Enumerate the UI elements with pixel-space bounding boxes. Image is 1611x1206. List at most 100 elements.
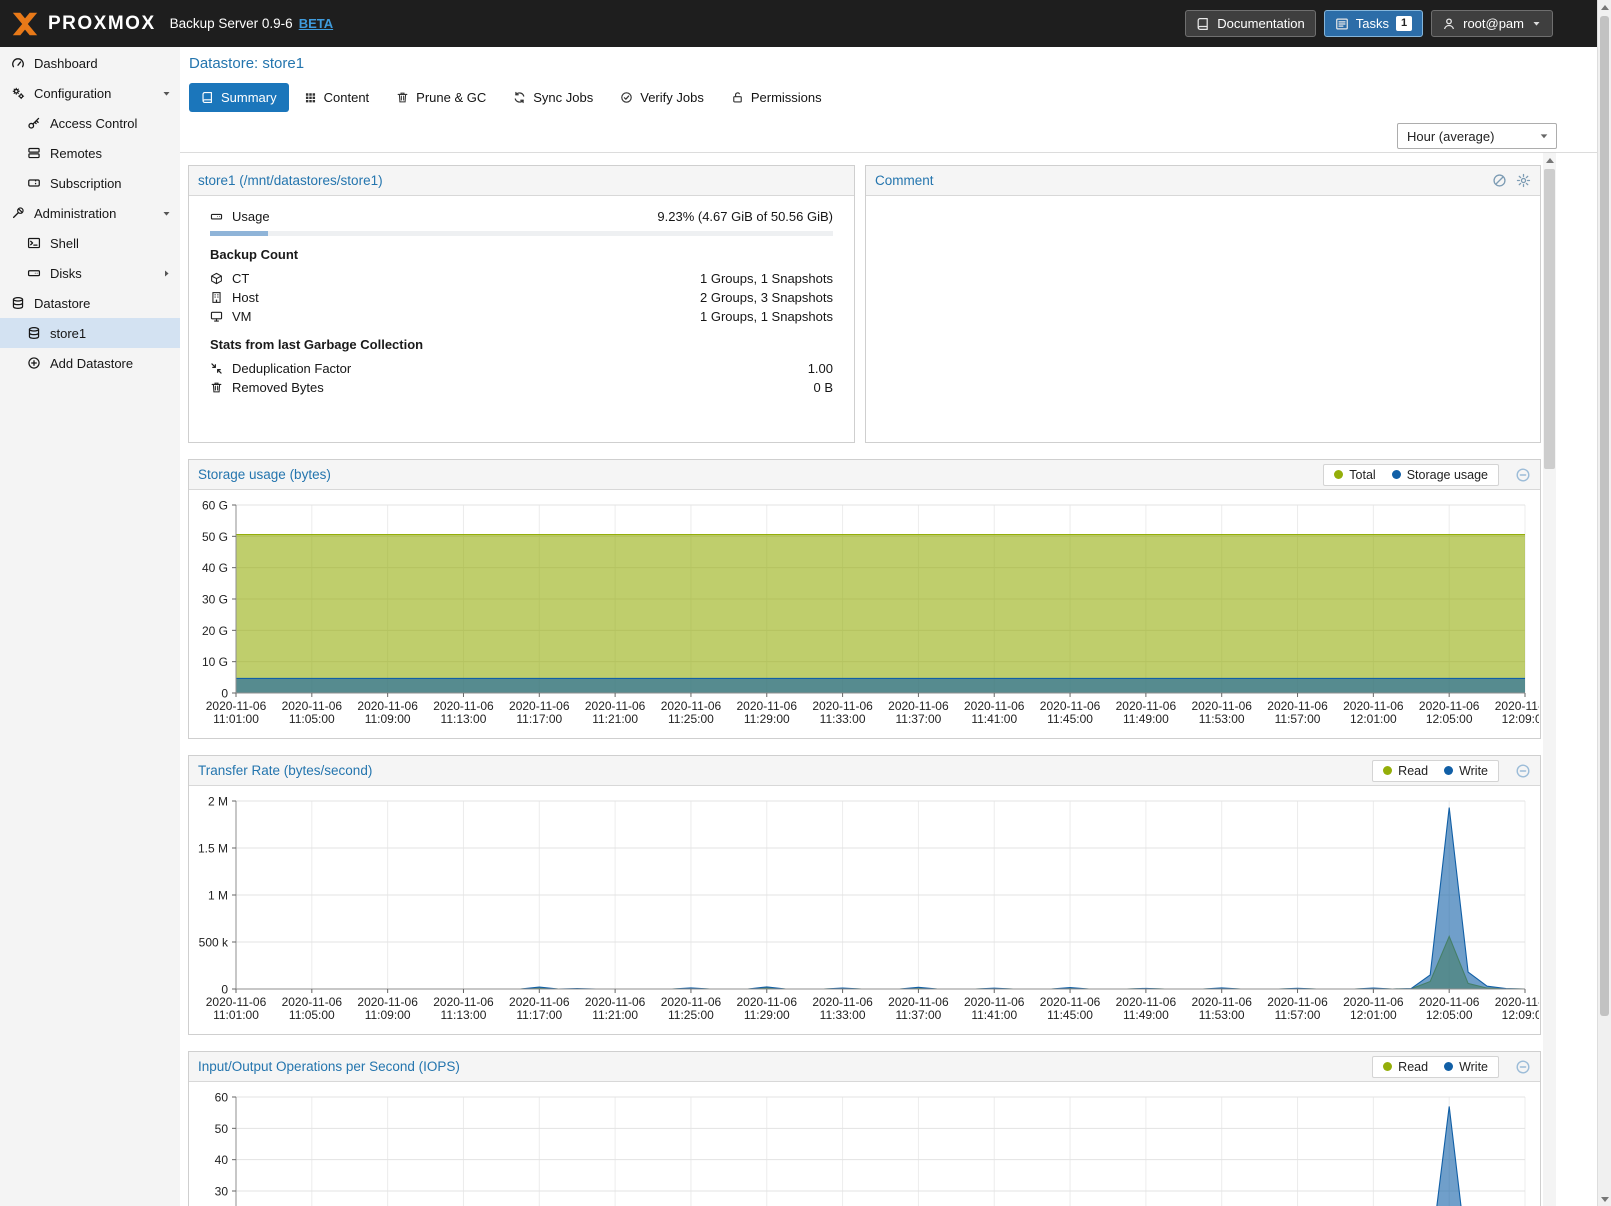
timeframe-select[interactable]: Hour (average) bbox=[1397, 123, 1557, 149]
svg-text:40: 40 bbox=[215, 1153, 229, 1167]
panel-tools bbox=[1492, 173, 1531, 188]
legend-dot bbox=[1334, 470, 1343, 479]
svg-text:2 M: 2 M bbox=[208, 795, 228, 809]
chart-legend: Total Storage usage bbox=[1323, 464, 1499, 486]
comment-body[interactable] bbox=[866, 196, 1540, 214]
usage-row: Usage 9.23% (4.67 GiB of 50.56 GiB) bbox=[201, 207, 842, 226]
iops-chart: 60504030201002020-11-0611:01:002020-11-0… bbox=[190, 1085, 1539, 1206]
dedup-factor-row: Deduplication Factor 1.00 bbox=[201, 359, 842, 378]
book-icon bbox=[201, 91, 214, 104]
svg-text:2020-11-0611:37:00: 2020-11-0611:37:00 bbox=[888, 699, 949, 726]
user-icon bbox=[1442, 17, 1456, 31]
tab-summary[interactable]: Summary bbox=[189, 83, 289, 112]
chevron-down-icon bbox=[1531, 18, 1542, 29]
svg-text:2020-11-0611:21:00: 2020-11-0611:21:00 bbox=[585, 995, 646, 1022]
removed-bytes-row: Removed Bytes 0 B bbox=[201, 378, 842, 397]
database-icon bbox=[11, 296, 25, 310]
legend-label: Total bbox=[1349, 468, 1375, 482]
svg-text:2020-11-0611:49:00: 2020-11-0611:49:00 bbox=[1116, 699, 1177, 726]
tab-permissions[interactable]: Permissions bbox=[719, 83, 834, 112]
sidebar-item-datastore[interactable]: Datastore bbox=[0, 288, 180, 318]
svg-text:1 M: 1 M bbox=[208, 889, 228, 903]
tab-content[interactable]: Content bbox=[292, 83, 382, 112]
row-value: 2 Groups, 3 Snapshots bbox=[700, 290, 833, 305]
scrollbar-thumb[interactable] bbox=[1600, 16, 1609, 1016]
sidebar-item-subscription[interactable]: Subscription bbox=[0, 168, 180, 198]
sidebar-item-remotes[interactable]: Remotes bbox=[0, 138, 180, 168]
svg-text:60 G: 60 G bbox=[202, 499, 228, 513]
proxmox-logo-icon bbox=[10, 9, 40, 39]
database-icon bbox=[27, 326, 41, 340]
scroll-up-icon bbox=[1601, 5, 1609, 10]
gear-icon[interactable] bbox=[1516, 173, 1531, 188]
legend-item-read[interactable]: Read bbox=[1383, 1060, 1428, 1074]
user-menu-button[interactable]: root@pam bbox=[1431, 10, 1553, 37]
sidebar-item-disks[interactable]: Disks bbox=[0, 258, 180, 288]
sidebar-item-add-datastore[interactable]: Add Datastore bbox=[0, 348, 180, 378]
tab-bar: Summary Content Prune & GC Sync Jobs Ver… bbox=[189, 83, 834, 112]
documentation-button[interactable]: Documentation bbox=[1185, 10, 1315, 37]
chevron-down-icon[interactable] bbox=[161, 208, 172, 219]
documentation-label: Documentation bbox=[1217, 16, 1304, 31]
content-scrollbar bbox=[1543, 153, 1556, 1206]
scroll-down-icon bbox=[1601, 1197, 1609, 1202]
row-label: VM bbox=[232, 309, 252, 324]
tab-label: Verify Jobs bbox=[640, 90, 704, 105]
tab-prune-gc[interactable]: Prune & GC bbox=[384, 83, 498, 112]
svg-text:2020-11-0611:09:00: 2020-11-0611:09:00 bbox=[357, 995, 418, 1022]
sidebar-item-shell[interactable]: Shell bbox=[0, 228, 180, 258]
legend-item-total[interactable]: Total bbox=[1334, 468, 1375, 482]
tasks-button[interactable]: Tasks 1 bbox=[1324, 10, 1423, 37]
usage-progress-bar bbox=[210, 231, 833, 236]
ticket-icon bbox=[27, 176, 41, 190]
tab-verify-jobs[interactable]: Verify Jobs bbox=[608, 83, 716, 112]
scroll-down-button[interactable] bbox=[1598, 1192, 1611, 1206]
svg-text:1.5 M: 1.5 M bbox=[198, 842, 228, 856]
legend-dot bbox=[1383, 1062, 1392, 1071]
scroll-up-button[interactable] bbox=[1543, 153, 1556, 167]
legend-item-write[interactable]: Write bbox=[1444, 764, 1488, 778]
collapse-icon[interactable] bbox=[1515, 763, 1531, 779]
svg-text:20 G: 20 G bbox=[202, 624, 228, 638]
tab-sync-jobs[interactable]: Sync Jobs bbox=[501, 83, 605, 112]
svg-text:2020-11-0611:25:00: 2020-11-0611:25:00 bbox=[661, 995, 722, 1022]
sidebar-item-dashboard[interactable]: Dashboard bbox=[0, 48, 180, 78]
scroll-up-button[interactable] bbox=[1598, 0, 1611, 14]
chart-body: 2 M1.5 M1 M500 k02020-11-0611:01:002020-… bbox=[189, 786, 1540, 1034]
beta-link[interactable]: BETA bbox=[299, 16, 333, 31]
chevron-down-icon[interactable] bbox=[161, 88, 172, 99]
svg-text:2020-11-0611:17:00: 2020-11-0611:17:00 bbox=[509, 995, 570, 1022]
legend-label: Write bbox=[1459, 764, 1488, 778]
chevron-right-icon[interactable] bbox=[161, 268, 172, 279]
legend-dot bbox=[1444, 766, 1453, 775]
grid-icon bbox=[304, 91, 317, 104]
scroll-region: store1 (/mnt/datastores/store1) Usage 9.… bbox=[188, 153, 1541, 1206]
transfer-rate-chart: 2 M1.5 M1 M500 k02020-11-0611:01:002020-… bbox=[190, 789, 1539, 1029]
cancel-circle-icon[interactable] bbox=[1492, 173, 1507, 188]
proxmox-logo: PROXMOX bbox=[0, 9, 156, 39]
legend-item-storage-usage[interactable]: Storage usage bbox=[1392, 468, 1488, 482]
collapse-icon[interactable] bbox=[1515, 467, 1531, 483]
sidebar-item-label: Add Datastore bbox=[50, 356, 133, 371]
panel-body: Usage 9.23% (4.67 GiB of 50.56 GiB) Back… bbox=[189, 196, 854, 406]
sidebar-item-store1[interactable]: store1 bbox=[0, 318, 180, 348]
row-label: Host bbox=[232, 290, 259, 305]
legend-item-write[interactable]: Write bbox=[1444, 1060, 1488, 1074]
legend-label: Read bbox=[1398, 1060, 1428, 1074]
vm-count-row: VM 1 Groups, 1 Snapshots bbox=[201, 307, 842, 326]
sidebar-item-access-control[interactable]: Access Control bbox=[0, 108, 180, 138]
svg-text:2020-11-0611:13:00: 2020-11-0611:13:00 bbox=[433, 699, 494, 726]
legend-item-read[interactable]: Read bbox=[1383, 764, 1428, 778]
tab-label: Prune & GC bbox=[416, 90, 486, 105]
collapse-icon[interactable] bbox=[1515, 1059, 1531, 1075]
sidebar-item-configuration[interactable]: Configuration bbox=[0, 78, 180, 108]
panel-header: Transfer Rate (bytes/second) Read Write bbox=[189, 756, 1540, 786]
svg-text:2020-11-0611:45:00: 2020-11-0611:45:00 bbox=[1040, 699, 1101, 726]
sidebar-item-administration[interactable]: Administration bbox=[0, 198, 180, 228]
svg-text:2020-11-0611:49:00: 2020-11-0611:49:00 bbox=[1116, 995, 1177, 1022]
tab-label: Content bbox=[324, 90, 370, 105]
scrollbar-thumb[interactable] bbox=[1544, 169, 1555, 469]
svg-text:2020-11-0611:33:00: 2020-11-0611:33:00 bbox=[812, 995, 873, 1022]
chart-body: 60 G50 G40 G30 G20 G10 G02020-11-0611:01… bbox=[189, 490, 1540, 738]
usage-value: 9.23% (4.67 GiB of 50.56 GiB) bbox=[657, 209, 833, 224]
